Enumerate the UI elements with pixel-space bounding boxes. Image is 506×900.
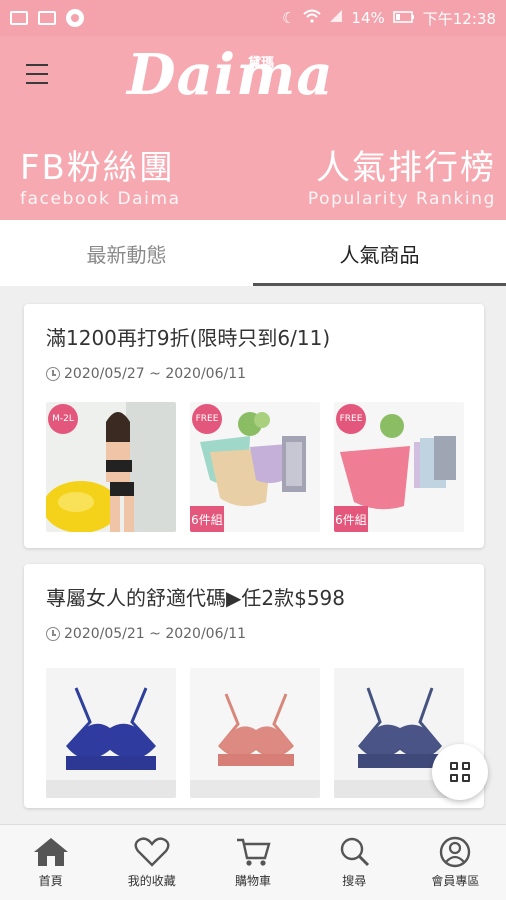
hamburger-menu-icon[interactable]: [26, 64, 52, 86]
tab-popular-products[interactable]: 人氣商品: [253, 220, 506, 286]
clock-icon: [46, 367, 60, 381]
popularity-banner[interactable]: 人氣排行榜 Popularity Ranking: [308, 140, 496, 209]
fb-fans-banner[interactable]: FB粉絲團 facebook Daima: [20, 140, 181, 209]
gallery-icon: [10, 11, 28, 25]
product-image: [46, 668, 176, 798]
product-image: [190, 668, 320, 798]
status-bar: ☾ 14% 下午12:38: [0, 0, 506, 36]
set-label: 6件組: [190, 506, 224, 532]
app-header: Daima 黛瑪 FB粉絲團 facebook Daima 人氣排行榜 Popu…: [0, 36, 506, 220]
battery-percentage: 14%: [351, 9, 385, 27]
fb-fans-subtitle: facebook Daima: [20, 189, 181, 209]
status-left: [10, 9, 84, 27]
promo-date: 2020/05/21 ~ 2020/06/11: [46, 626, 246, 642]
bottom-navigation: 首頁 我的收藏 購物車 搜尋 會員專區: [0, 824, 506, 900]
record-icon: [66, 9, 84, 27]
brand-logo: Daima: [127, 42, 334, 108]
content-tabs: 最新動態 人氣商品: [0, 220, 506, 286]
clock-time: 下午12:38: [422, 9, 496, 28]
grid-view-button[interactable]: [432, 744, 488, 800]
status-right: ☾ 14% 下午12:38: [282, 8, 496, 29]
popularity-subtitle: Popularity Ranking: [307, 189, 496, 209]
product-thumbnail[interactable]: [190, 668, 320, 798]
nav-favorites-label: 我的收藏: [127, 874, 176, 888]
heart-icon: [133, 836, 171, 868]
fb-fans-title: FB粉絲團: [20, 148, 175, 188]
battery-icon: [392, 9, 415, 27]
product-thumbnail[interactable]: FREE 6件組: [190, 402, 320, 532]
promo-card[interactable]: 專屬女人的舒適代碼▶任2款$598 2020/05/21 ~ 2020/06/1…: [24, 564, 484, 808]
promo-date-text: 2020/05/27 ~ 2020/06/11: [64, 366, 247, 382]
nav-cart[interactable]: 購物車: [202, 825, 303, 900]
promo-date: 2020/05/27 ~ 2020/06/11: [46, 366, 246, 382]
promo-card[interactable]: 滿1200再打9折(限時只到6/11) 2020/05/27 ~ 2020/06…: [24, 304, 484, 548]
promo-title: 滿1200再打9折(限時只到6/11): [46, 326, 331, 350]
signal-icon: [329, 9, 343, 27]
promo-date-text: 2020/05/21 ~ 2020/06/11: [64, 626, 247, 642]
size-badge: M-2L: [48, 404, 78, 434]
grid-icon: [450, 762, 470, 782]
user-icon: [436, 836, 474, 868]
tab-latest-news[interactable]: 最新動態: [0, 220, 253, 286]
nav-home[interactable]: 首頁: [0, 825, 101, 900]
nav-search-label: 搜尋: [342, 874, 367, 888]
nav-member[interactable]: 會員專區: [405, 825, 506, 900]
set-label: 6件組: [334, 506, 368, 532]
free-size-badge: FREE: [336, 404, 366, 434]
nav-search[interactable]: 搜尋: [304, 825, 405, 900]
nav-favorites[interactable]: 我的收藏: [101, 825, 202, 900]
clock-icon: [46, 627, 60, 641]
product-thumbnails: M-2L FREE 6件組 FREE 6件組: [46, 402, 464, 532]
search-icon: [335, 836, 373, 868]
product-thumbnail[interactable]: [46, 668, 176, 798]
free-size-badge: FREE: [192, 404, 222, 434]
brand-logo-small: 黛瑪: [248, 56, 275, 71]
home-icon: [32, 836, 70, 868]
product-thumbnails: [46, 668, 464, 798]
cart-icon: [234, 836, 272, 868]
wifi-icon: [303, 9, 322, 27]
nav-member-label: 會員專區: [431, 874, 480, 888]
moon-icon: ☾: [281, 9, 296, 27]
promo-title: 專屬女人的舒適代碼▶任2款$598: [46, 586, 346, 610]
product-thumbnail[interactable]: M-2L: [46, 402, 176, 532]
popularity-title: 人氣排行榜: [316, 148, 496, 188]
product-thumbnail[interactable]: FREE 6件組: [334, 402, 464, 532]
nav-home-label: 首頁: [38, 874, 63, 888]
nav-cart-label: 購物車: [235, 874, 272, 888]
gallery-icon: [38, 11, 56, 25]
